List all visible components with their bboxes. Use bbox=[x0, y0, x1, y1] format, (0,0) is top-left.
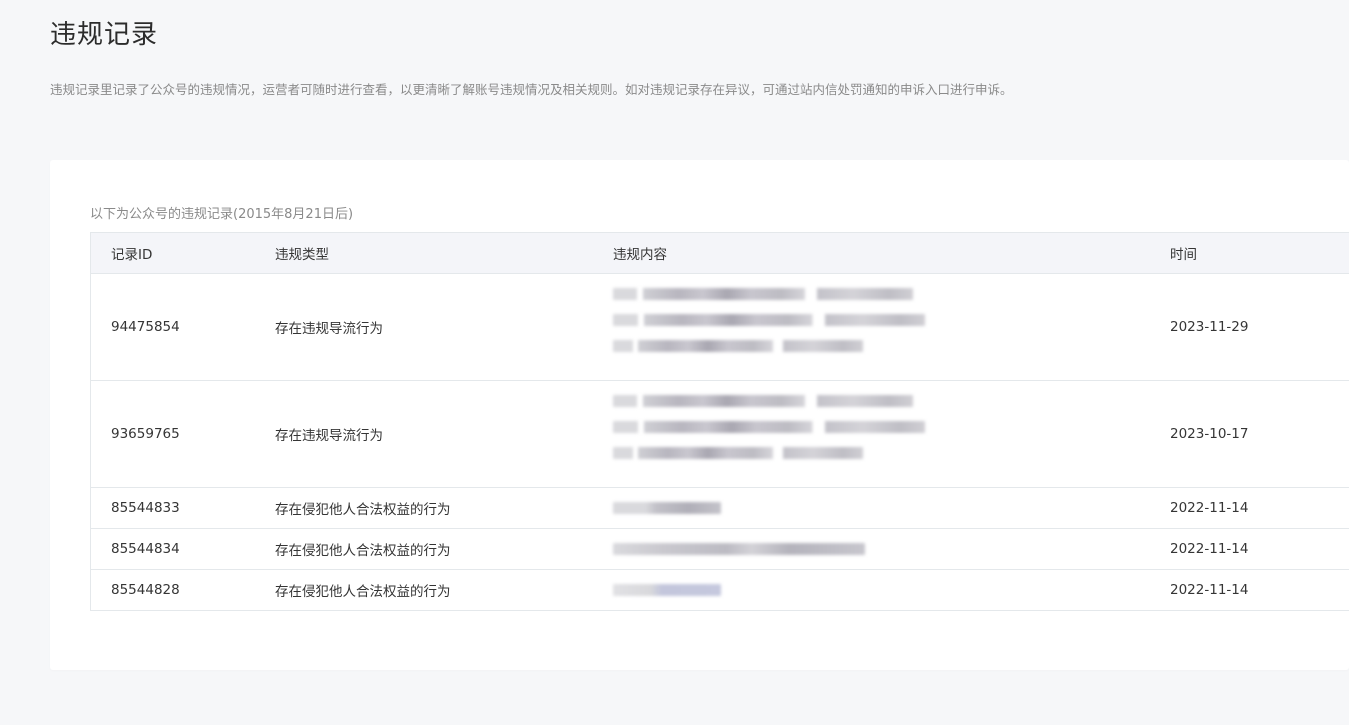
record-time: 2023-10-17 bbox=[1170, 426, 1249, 442]
record-id: 85544828 bbox=[111, 582, 180, 598]
table-row: 94475854 存在违规导流行为 2023-11-29 bbox=[91, 274, 1349, 381]
record-time: 2022-11-14 bbox=[1170, 500, 1249, 516]
table-caption: 以下为公众号的违规记录(2015年8月21日后) bbox=[90, 207, 354, 222]
violation-records-page: 违规记录 违规记录里记录了公众号的违规情况，运营者可随时进行查看，以更清晰了解账… bbox=[0, 0, 1349, 725]
page-description: 违规记录里记录了公众号的违规情况，运营者可随时进行查看，以更清晰了解账号违规情况… bbox=[50, 82, 1013, 97]
violation-type: 存在侵犯他人合法权益的行为 bbox=[275, 543, 451, 559]
record-time: 2022-11-14 bbox=[1170, 582, 1249, 598]
record-id: 85544834 bbox=[111, 541, 180, 557]
redacted-content bbox=[613, 584, 721, 596]
redacted-content bbox=[613, 288, 925, 366]
record-id: 94475854 bbox=[111, 319, 180, 335]
record-id: 85544833 bbox=[111, 500, 180, 516]
record-time: 2023-11-29 bbox=[1170, 319, 1249, 335]
table-row: 93659765 存在违规导流行为 2023-10-17 bbox=[91, 381, 1349, 488]
record-id: 93659765 bbox=[111, 426, 180, 442]
page-title: 违规记录 bbox=[50, 20, 159, 50]
header-violation-type: 违规类型 bbox=[275, 247, 329, 263]
redacted-content bbox=[613, 395, 925, 473]
table-row: 85544828 存在侵犯他人合法权益的行为 2022-11-14 bbox=[91, 570, 1349, 611]
header-time: 时间 bbox=[1170, 247, 1197, 263]
violation-type: 存在违规导流行为 bbox=[275, 428, 383, 444]
records-table: 记录ID 违规类型 违规内容 时间 94475854 存在违规导流行为 2023… bbox=[90, 232, 1349, 611]
header-violation-content: 违规内容 bbox=[613, 247, 667, 263]
violation-type: 存在违规导流行为 bbox=[275, 321, 383, 337]
table-header-row: 记录ID 违规类型 违规内容 时间 bbox=[91, 233, 1349, 274]
header-record-id: 记录ID bbox=[111, 247, 153, 263]
records-card: 以下为公众号的违规记录(2015年8月21日后) 记录ID 违规类型 违规内容 … bbox=[50, 160, 1349, 670]
violation-type: 存在侵犯他人合法权益的行为 bbox=[275, 584, 451, 600]
redacted-content bbox=[613, 543, 865, 555]
table-row: 85544834 存在侵犯他人合法权益的行为 2022-11-14 bbox=[91, 529, 1349, 570]
table-row: 85544833 存在侵犯他人合法权益的行为 2022-11-14 bbox=[91, 488, 1349, 529]
redacted-content bbox=[613, 502, 721, 514]
violation-type: 存在侵犯他人合法权益的行为 bbox=[275, 502, 451, 518]
record-time: 2022-11-14 bbox=[1170, 541, 1249, 557]
